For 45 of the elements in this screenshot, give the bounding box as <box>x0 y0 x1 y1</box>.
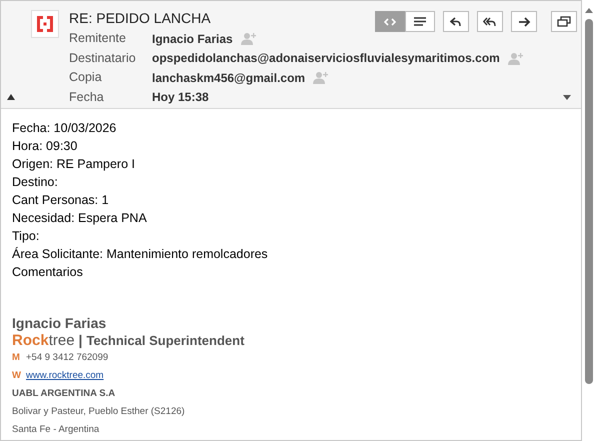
contact-key: W <box>12 369 26 384</box>
arrow-right-icon <box>518 16 530 26</box>
field-label: Fecha <box>69 88 105 106</box>
address-line: Bolivar y Pasteur, Pueblo Esther (S2126) <box>12 405 186 419</box>
field-value: Ignacio Farias <box>152 30 233 48</box>
scroll-thumb[interactable] <box>585 19 593 384</box>
reply-icon <box>450 16 462 26</box>
field-label: Remitente <box>69 30 127 48</box>
action-button[interactable] <box>511 11 537 32</box>
email-subject: RE: PEDIDO LANCHA <box>69 9 211 28</box>
field-value: Hoy 15:38 <box>152 89 209 106</box>
field-label: Copia <box>69 69 103 86</box>
body-line: Tipo: <box>12 228 40 245</box>
expand-icon[interactable] <box>563 95 571 100</box>
body-line: Origen: RE Pampero I <box>12 156 136 173</box>
contact-key: M <box>12 351 26 366</box>
scroll-up-icon[interactable] <box>585 8 593 13</box>
body-line: Hora: 09:30 <box>12 138 78 155</box>
body-line: Necesidad: Espera PNA <box>12 210 148 227</box>
signature-name: Ignacio Farias <box>12 315 108 332</box>
job-title: Technical Superintendent <box>86 332 244 349</box>
collapse-icon[interactable] <box>7 94 15 100</box>
separator-text: | <box>78 332 82 349</box>
field-value: lanchaskm456@gmail.com <box>152 70 306 87</box>
action-button[interactable] <box>477 11 503 32</box>
view-mode-button[interactable] <box>405 11 435 32</box>
code-icon <box>384 18 396 26</box>
body-line: Destino: <box>12 174 59 191</box>
phone-number: +54 9 3412 762099 <box>26 351 108 366</box>
lines-icon <box>414 17 426 26</box>
body-line: Fecha: 10/03/2026 <box>12 120 118 137</box>
reply-all-icon <box>483 16 497 26</box>
body-line: Comentarios <box>12 264 84 281</box>
field-value: opspedidolanchas@adonaiserviciosfluvialesymaritimos.com <box>152 50 500 68</box>
logo-icon <box>31 10 59 38</box>
address-line: Santa Fe - Argentina <box>12 423 100 437</box>
website-link[interactable]: www.rocktree.com <box>26 369 104 384</box>
company-name: UABL ARGENTINA S.A <box>12 387 116 401</box>
brand-name: Rocktree <box>12 332 75 349</box>
action-button[interactable] <box>443 11 469 32</box>
body-line: Área Solicitante: Mantenimiento remolcadores <box>12 246 269 263</box>
field-label: Destinatario <box>69 50 137 67</box>
action-button[interactable] <box>551 11 577 32</box>
body-line: Cant Personas: 1 <box>12 192 110 209</box>
windows-icon <box>557 16 571 27</box>
